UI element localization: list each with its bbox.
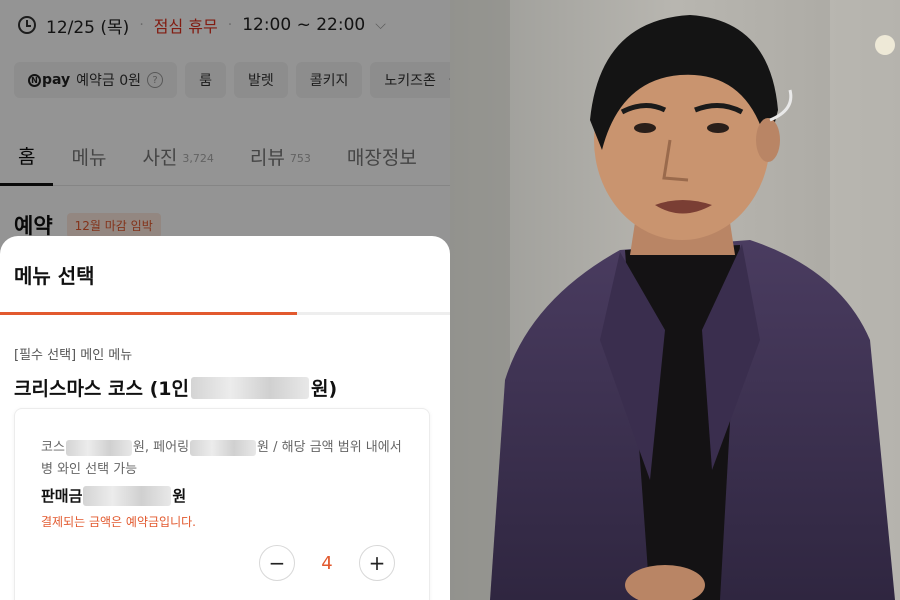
quantity-stepper: − 4 + bbox=[259, 545, 395, 581]
redacted-price bbox=[65, 439, 132, 456]
course-description: 코스 원, 페어링 원 / 해당 금액 범위 내에서 병 와인 선택 가능 bbox=[41, 439, 402, 477]
person-photo bbox=[450, 0, 900, 600]
course-title: 크리스마스 코스 (1인 원) bbox=[14, 376, 338, 400]
increment-button[interactable]: + bbox=[359, 545, 395, 581]
step-progress bbox=[0, 312, 450, 315]
person-illustration bbox=[450, 0, 900, 600]
redacted-price bbox=[83, 485, 172, 506]
menu-select-sheet: 메뉴 선택 [필수 선택] 메인 메뉴 크리스마스 코스 (1인 원) 코스 원,… bbox=[0, 236, 450, 600]
step-progress-fill bbox=[0, 312, 297, 315]
deposit-notice: 결제되는 금액은 예약금입니다. bbox=[41, 515, 196, 529]
required-label: [필수 선택] 메인 메뉴 bbox=[14, 348, 133, 363]
redacted-price bbox=[190, 376, 309, 399]
decrement-button[interactable]: − bbox=[259, 545, 295, 581]
app-screenshot: 12/25 (목) · 점심 휴무 · 12:00 ~ 22:00 ⌵ Npay… bbox=[0, 0, 450, 600]
quantity-value: 4 bbox=[321, 552, 333, 574]
sheet-title: 메뉴 선택 bbox=[14, 264, 95, 288]
course-card: 코스 원, 페어링 원 / 해당 금액 범위 내에서 병 와인 선택 가능 판매금 원… bbox=[14, 408, 430, 600]
sale-price: 판매금 원 bbox=[41, 485, 187, 506]
redacted-price bbox=[190, 439, 257, 456]
